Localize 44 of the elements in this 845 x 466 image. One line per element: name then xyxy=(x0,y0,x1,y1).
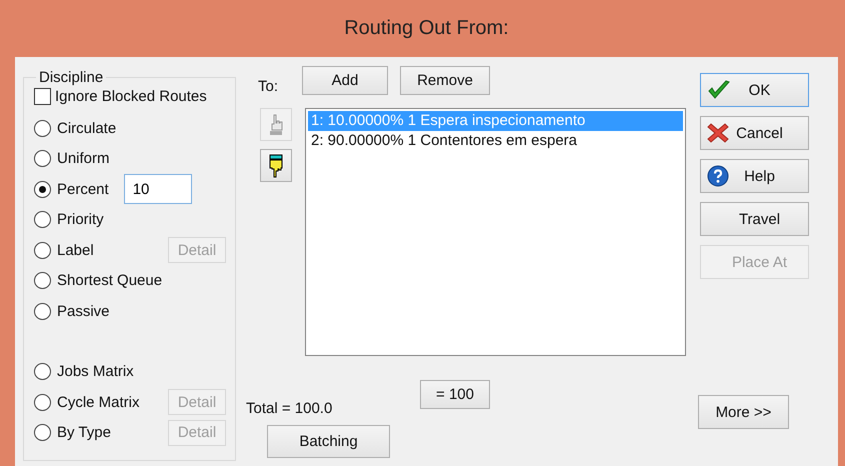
group-title: Discipline xyxy=(38,69,104,86)
move-down-button[interactable] xyxy=(260,149,292,182)
more-button[interactable]: More >> xyxy=(698,395,789,429)
help-icon xyxy=(707,165,729,187)
radio-label: Percent xyxy=(57,180,109,198)
radio-label: Priority xyxy=(57,211,104,228)
check-icon xyxy=(707,79,731,101)
total-label: Total = 100.0 xyxy=(246,400,334,417)
radio-button[interactable] xyxy=(34,150,51,168)
dialog-button[interactable]: Help xyxy=(700,159,809,193)
cross-icon xyxy=(707,122,729,144)
radio-button[interactable] xyxy=(34,302,51,320)
route-list-item[interactable]: 2: 90.00000% 1 Contentores em espera xyxy=(308,131,683,151)
radio-button[interactable] xyxy=(34,211,51,228)
radio-label: Shortest Queue xyxy=(57,272,162,290)
ignore-blocked-checkbox[interactable]: Ignore Blocked Routes xyxy=(34,88,235,105)
radio-label: Cycle Matrix xyxy=(57,394,140,411)
radio-button[interactable] xyxy=(34,272,51,290)
dialog-button[interactable]: Cancel xyxy=(700,116,809,150)
percent-field[interactable]: 10 xyxy=(124,174,192,204)
dialog-button[interactable]: Travel xyxy=(700,202,809,236)
list-action-button[interactable]: Remove xyxy=(400,66,490,95)
radio-label: Circulate xyxy=(57,120,116,137)
radio-button[interactable] xyxy=(34,180,51,198)
radio-label: Passive xyxy=(57,302,110,320)
window-title: Routing Out From: xyxy=(344,17,509,40)
radio-button[interactable] xyxy=(34,242,51,259)
radio-label: Jobs Matrix xyxy=(57,363,134,380)
radio-button[interactable] xyxy=(34,424,51,442)
list-action-button[interactable]: Add xyxy=(302,66,388,95)
to-label: To: xyxy=(258,78,280,95)
radio-label: Uniform xyxy=(57,150,110,168)
radio-button[interactable] xyxy=(34,120,51,137)
pointing-hand-down-icon xyxy=(268,154,284,178)
dialog-button[interactable]: OK xyxy=(700,73,809,107)
equals-100-button[interactable]: = 100 xyxy=(420,380,490,409)
radio-button[interactable] xyxy=(34,363,51,380)
radio-button[interactable] xyxy=(34,394,51,411)
batching-button[interactable]: Batching xyxy=(267,425,390,458)
radio-label: By Type xyxy=(57,424,111,442)
pointing-hand-up-icon xyxy=(268,114,284,136)
checkbox-label: Ignore Blocked Routes xyxy=(55,88,207,105)
checkbox[interactable] xyxy=(34,88,51,105)
radio-label: Label xyxy=(57,242,94,259)
